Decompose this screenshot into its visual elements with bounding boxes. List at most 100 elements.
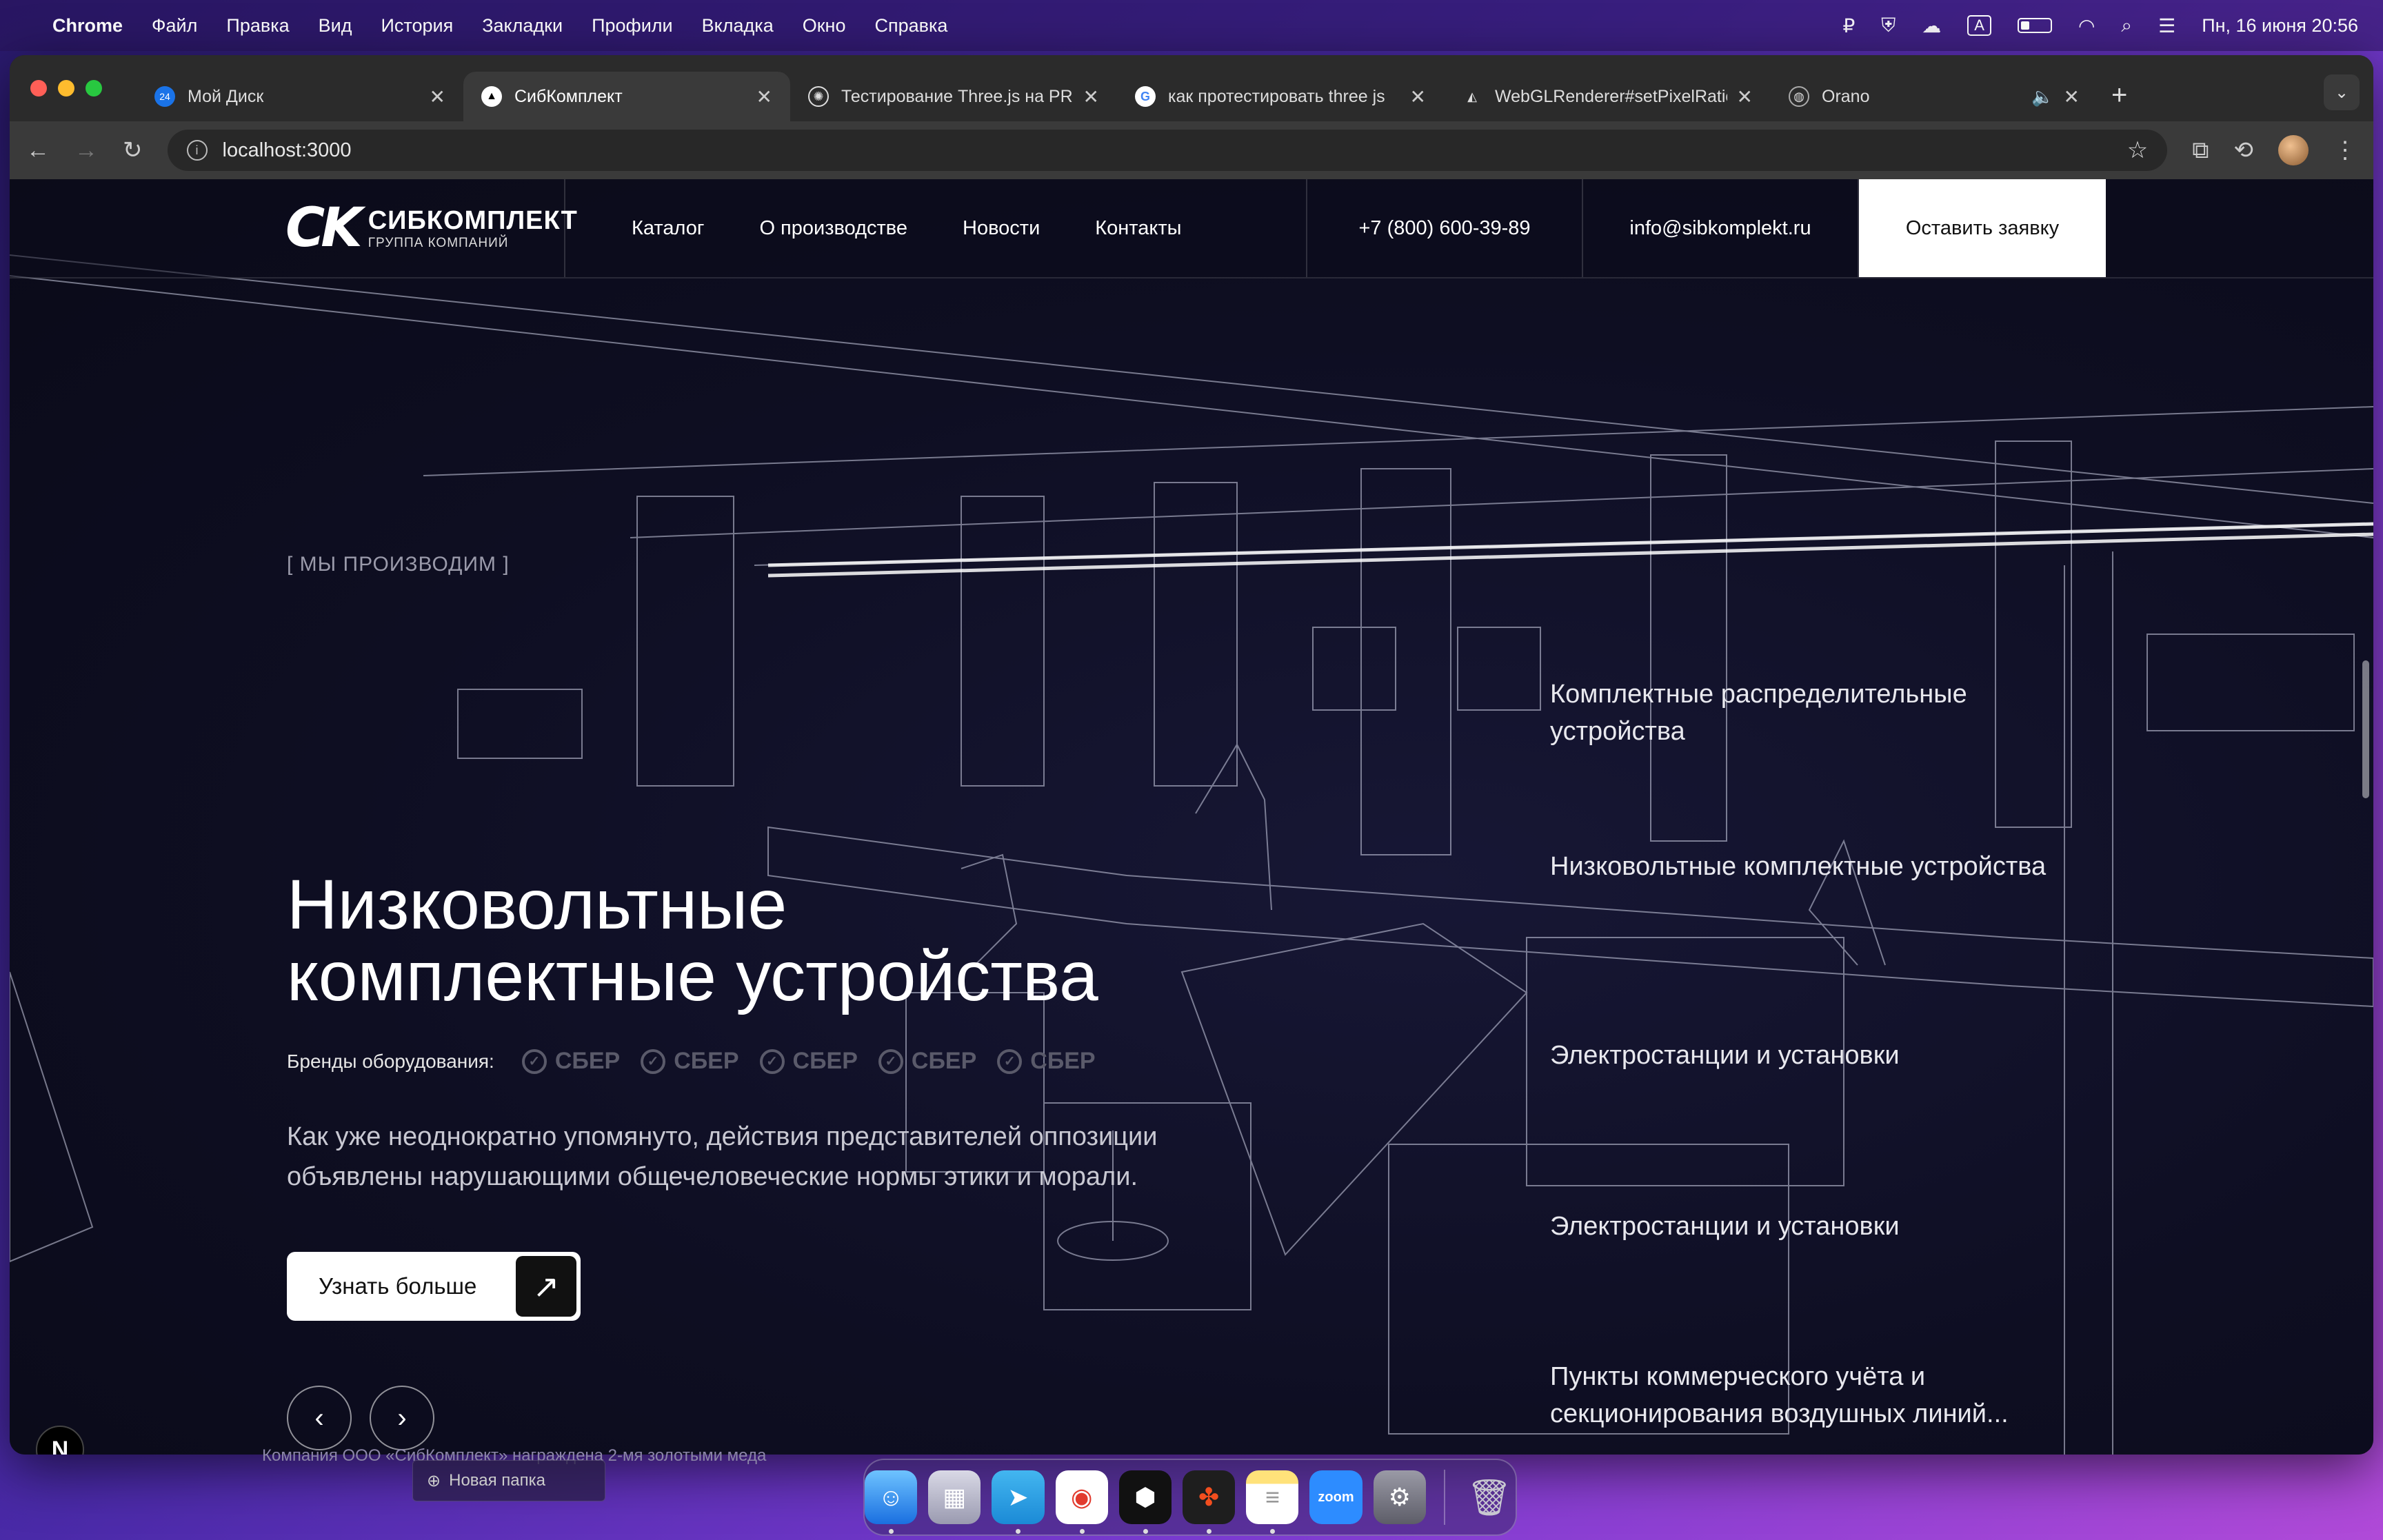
back-icon[interactable]: ← bbox=[26, 137, 50, 164]
learn-more-label: Узнать больше bbox=[319, 1273, 477, 1299]
check-icon: ✓ bbox=[759, 1048, 785, 1074]
add-folder-icon: ⊕ bbox=[427, 1471, 441, 1490]
bookmark-star-icon[interactable]: ☆ bbox=[2127, 136, 2148, 164]
nav-contacts[interactable]: Контакты bbox=[1095, 217, 1181, 240]
extensions-icon[interactable]: ⧉ bbox=[2192, 137, 2209, 164]
launchpad-icon[interactable]: ▦ bbox=[928, 1470, 981, 1524]
tab-my-drive[interactable]: 24 Мой Диск ✕ bbox=[137, 72, 463, 121]
tab-threejs-testing[interactable]: ✺ Тестирование Three.js на PR ✕ bbox=[790, 72, 1117, 121]
tab-title: СибКомплект bbox=[514, 86, 623, 106]
zoom-window-button[interactable] bbox=[86, 80, 102, 97]
finder-icon[interactable]: ☺ bbox=[865, 1470, 918, 1534]
slider-next-button[interactable]: › bbox=[370, 1386, 434, 1450]
site-logo[interactable]: CK СИБКОМПЛЕКТ ГРУППА КОМПАНИЙ bbox=[10, 179, 577, 277]
category-item[interactable]: Пункты коммерческого учёта и секциониров… bbox=[1550, 1358, 2074, 1432]
menu-window[interactable]: Окно bbox=[803, 15, 846, 37]
address-bar[interactable]: i localhost:3000 ☆ bbox=[167, 130, 2168, 171]
threejs-icon: ◭ bbox=[1467, 89, 1477, 103]
tab-strip: 24 Мой Диск ✕ ▲ СибКомплект ✕ ✺ Тестиров… bbox=[10, 55, 2373, 121]
battery-icon[interactable] bbox=[2017, 18, 2052, 33]
minimize-window-button[interactable] bbox=[58, 80, 74, 97]
chrome-icon[interactable]: ◉ bbox=[1055, 1470, 1108, 1534]
menu-help[interactable]: Справка bbox=[874, 15, 947, 37]
hero-title: Низковольтные комплектные устройства bbox=[287, 869, 1252, 1012]
macos-menubar: Chrome Файл Правка Вид История Закладки … bbox=[0, 0, 2383, 51]
browser-toolbar: ← → ↻ i localhost:3000 ☆ ⧉ ⟲ ⋮ bbox=[10, 121, 2373, 179]
brands-row: Бренды оборудования: ✓ СБЕР ✓ СБЕР ✓ СБЕР ✓… bbox=[287, 1048, 1096, 1075]
tab-title: WebGLRenderer#setPixelRatio bbox=[1495, 86, 1727, 106]
brand-logo: ✓ СБЕР bbox=[641, 1048, 739, 1075]
url-text[interactable]: localhost:3000 bbox=[223, 139, 352, 162]
google-icon: G bbox=[1135, 86, 1156, 107]
menu-profiles[interactable]: Профили bbox=[592, 15, 673, 37]
close-tab-icon[interactable]: ✕ bbox=[1410, 85, 1426, 108]
close-tab-icon[interactable]: ✕ bbox=[2064, 85, 2080, 108]
nav-production[interactable]: О производстве bbox=[759, 217, 907, 240]
tab-webglrenderer[interactable]: ◭ WebGLRenderer#setPixelRatio ✕ bbox=[1444, 72, 1771, 121]
control-center-icon[interactable]: ☰ bbox=[2158, 14, 2175, 37]
input-source-indicator[interactable]: A bbox=[1967, 15, 1991, 36]
macos-dock: ☺ ▦ ➤ ◉ ⬢ ✤ ≡ zoom ⚙ 🗑 bbox=[863, 1459, 1517, 1536]
slider-prev-button[interactable]: ‹ bbox=[287, 1386, 352, 1450]
close-window-button[interactable] bbox=[30, 80, 47, 97]
nav-catalog[interactable]: Каталог bbox=[632, 217, 704, 240]
close-tab-icon[interactable]: ✕ bbox=[756, 85, 772, 108]
menu-edit[interactable]: Правка bbox=[226, 15, 289, 37]
figma-icon[interactable]: ✤ bbox=[1183, 1470, 1236, 1534]
category-item[interactable]: Комплектные распределительные устройства bbox=[1550, 676, 2074, 750]
page-scrollbar[interactable] bbox=[2362, 660, 2369, 798]
drive-icon: 24 bbox=[154, 86, 175, 107]
spotlight-search-icon[interactable]: ⌕ bbox=[2121, 14, 2132, 37]
profile-avatar[interactable] bbox=[2278, 135, 2309, 165]
trash-icon[interactable]: 🗑 bbox=[1463, 1470, 1516, 1524]
tab-orano[interactable]: ◍ Orano 🔈 ✕ bbox=[1771, 72, 2098, 121]
category-item[interactable]: Электростанции и установки bbox=[1550, 1208, 1900, 1245]
zoom-icon[interactable]: zoom bbox=[1309, 1470, 1363, 1524]
forward-icon[interactable]: → bbox=[74, 137, 98, 164]
vpn-icon[interactable]: ⛨ bbox=[1881, 14, 1896, 37]
ruble-icon[interactable]: ₽ bbox=[1842, 14, 1855, 37]
browser-menu-icon[interactable]: ⋮ bbox=[2333, 136, 2357, 164]
menu-tab[interactable]: Вкладка bbox=[702, 15, 774, 37]
menu-app-name[interactable]: Chrome bbox=[52, 15, 123, 37]
nav-news[interactable]: Новости bbox=[963, 217, 1040, 240]
cube-app-icon[interactable]: ⬢ bbox=[1118, 1470, 1172, 1534]
notes-icon[interactable]: ≡ bbox=[1246, 1470, 1299, 1534]
site-header: CK СИБКОМПЛЕКТ ГРУППА КОМПАНИЙ Каталог О… bbox=[10, 179, 2373, 278]
category-item[interactable]: Электростанции и установки bbox=[1550, 1037, 1900, 1074]
header-phone-link[interactable]: +7 (800) 600-39-89 bbox=[1307, 179, 1583, 277]
reload-icon[interactable]: ↻ bbox=[123, 136, 143, 164]
learn-more-button[interactable]: Узнать больше ↗ bbox=[287, 1252, 581, 1321]
settings-icon[interactable]: ⚙ bbox=[1373, 1470, 1426, 1524]
tab-search-button[interactable]: ⌄ bbox=[2324, 74, 2360, 110]
tab-google-search[interactable]: G как протестировать three js ✕ bbox=[1117, 72, 1444, 121]
category-item[interactable]: Низковольтные комплектные устройства bbox=[1550, 848, 2046, 885]
menu-view[interactable]: Вид bbox=[319, 15, 352, 37]
wifi-icon[interactable]: ◠ bbox=[2078, 14, 2095, 37]
cloud-app-icon[interactable]: ☁ bbox=[1922, 14, 1941, 37]
close-tab-icon[interactable]: ✕ bbox=[1083, 85, 1099, 108]
telegram-icon[interactable]: ➤ bbox=[992, 1470, 1045, 1534]
brand-logo: ✓ СБЕР bbox=[521, 1048, 620, 1075]
check-icon: ✓ bbox=[997, 1048, 1023, 1074]
brands-label: Бренды оборудования: bbox=[287, 1050, 494, 1072]
sync-icon[interactable]: ⟲ bbox=[2234, 136, 2254, 164]
menu-file[interactable]: Файл bbox=[152, 15, 197, 37]
menu-bookmarks[interactable]: Закладки bbox=[482, 15, 563, 37]
leave-request-button[interactable]: Оставить заявку bbox=[1859, 179, 2106, 277]
tab-sibkomplekt[interactable]: ▲ СибКомплект ✕ bbox=[463, 72, 790, 121]
site-info-icon[interactable]: i bbox=[186, 140, 208, 161]
close-tab-icon[interactable]: ✕ bbox=[430, 85, 445, 108]
logo-subtitle: ГРУППА КОМПАНИЙ bbox=[368, 235, 509, 250]
audio-playing-icon[interactable]: 🔈 bbox=[2031, 86, 2053, 108]
tab-title: Тестирование Three.js на PR bbox=[841, 86, 1073, 106]
menu-history[interactable]: История bbox=[381, 15, 453, 37]
brand-logo: ✓ СБЕР bbox=[997, 1048, 1096, 1075]
logo-mark: CK bbox=[285, 197, 363, 259]
header-email-link[interactable]: info@sibkomplekt.ru bbox=[1583, 179, 1859, 277]
desktop-folder-item[interactable]: ⊕ Новая папка bbox=[412, 1460, 605, 1501]
new-tab-button[interactable]: + bbox=[2111, 80, 2127, 111]
menubar-datetime[interactable]: Пн, 16 июня 20:56 bbox=[2202, 15, 2358, 37]
close-tab-icon[interactable]: ✕ bbox=[1737, 85, 1753, 108]
folder-label: Новая папка bbox=[449, 1471, 545, 1490]
